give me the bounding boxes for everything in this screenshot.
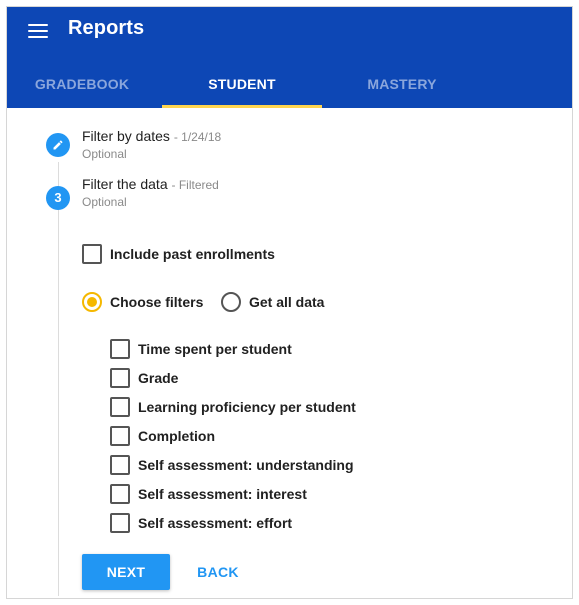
tab-gradebook[interactable]: GRADEBOOK bbox=[7, 63, 162, 108]
include-past-enrollments-checkbox[interactable] bbox=[82, 244, 102, 264]
tab-student[interactable]: STUDENT bbox=[162, 63, 322, 108]
get-all-data-label[interactable]: Get all data bbox=[249, 294, 324, 310]
filter-self-assessment-effort-checkbox[interactable] bbox=[110, 513, 130, 533]
include-past-enrollments-label[interactable]: Include past enrollments bbox=[110, 246, 275, 262]
filter-completion-checkbox[interactable] bbox=[110, 426, 130, 446]
app-bar: Reports GRADEBOOK STUDENT MASTERY bbox=[7, 7, 572, 108]
choose-filters-label[interactable]: Choose filters bbox=[110, 294, 203, 310]
step-dates-label: Filter by dates bbox=[82, 128, 170, 144]
filter-learning-proficiency-label[interactable]: Learning proficiency per student bbox=[138, 399, 356, 415]
step-3-circle: 3 bbox=[46, 186, 70, 210]
filter-grade-checkbox[interactable] bbox=[110, 368, 130, 388]
step-filter-title: Filter the data - Filtered bbox=[82, 176, 219, 192]
filter-grade-label[interactable]: Grade bbox=[138, 370, 178, 386]
filter-time-spent-checkbox[interactable] bbox=[110, 339, 130, 359]
step-dates-circle[interactable] bbox=[46, 133, 70, 157]
tab-mastery[interactable]: MASTERY bbox=[322, 63, 482, 108]
step-filter-optional: Optional bbox=[82, 195, 127, 209]
step-filter-status: - Filtered bbox=[171, 178, 219, 192]
step-dates-optional: Optional bbox=[82, 147, 127, 161]
filter-learning-proficiency-checkbox[interactable] bbox=[110, 397, 130, 417]
pencil-icon bbox=[53, 140, 63, 150]
filter-time-spent-label[interactable]: Time spent per student bbox=[138, 341, 292, 357]
step-dates-value: - 1/24/18 bbox=[173, 130, 222, 144]
filter-self-assessment-interest-label[interactable]: Self assessment: interest bbox=[138, 486, 307, 502]
stepper-content: Filter by dates - 1/24/18 Optional 3 Fil… bbox=[7, 108, 572, 598]
filter-self-assessment-effort-label[interactable]: Self assessment: effort bbox=[138, 515, 292, 531]
filter-self-assessment-understanding-checkbox[interactable] bbox=[110, 455, 130, 475]
back-button[interactable]: BACK bbox=[188, 554, 248, 590]
menu-icon[interactable] bbox=[28, 24, 48, 38]
reports-window: Reports GRADEBOOK STUDENT MASTERY Filter… bbox=[6, 6, 573, 599]
page-title: Reports bbox=[68, 17, 145, 39]
filter-self-assessment-understanding-label[interactable]: Self assessment: understanding bbox=[138, 457, 354, 473]
step-filter-label: Filter the data bbox=[82, 176, 168, 192]
filter-self-assessment-interest-checkbox[interactable] bbox=[110, 484, 130, 504]
tab-bar: GRADEBOOK STUDENT MASTERY bbox=[7, 63, 572, 108]
stepper-connector-line bbox=[58, 162, 59, 596]
get-all-data-radio[interactable] bbox=[221, 292, 241, 312]
choose-filters-radio[interactable] bbox=[82, 292, 102, 312]
filter-completion-label[interactable]: Completion bbox=[138, 428, 215, 444]
radio-selected-dot bbox=[87, 297, 97, 307]
step-dates-title[interactable]: Filter by dates - 1/24/18 bbox=[82, 128, 221, 144]
next-button[interactable]: NEXT bbox=[82, 554, 170, 590]
